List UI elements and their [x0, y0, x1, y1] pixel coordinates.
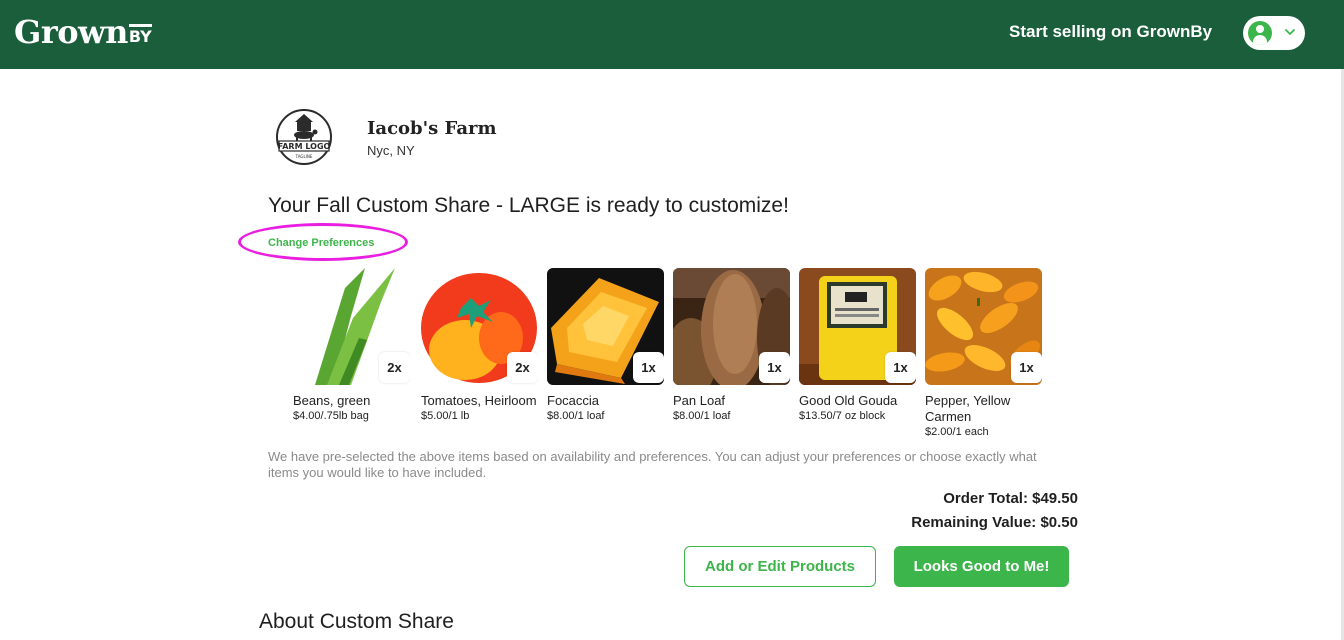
product-price: $5.00/1 lb: [421, 410, 470, 422]
product-card-tomatoes[interactable]: 2x Tomatoes, Heirloom $5.00/1 lb: [421, 268, 541, 423]
product-name: Good Old Gouda: [799, 393, 898, 408]
quantity-badge: 1x: [633, 352, 664, 383]
quantity-badge: 1x: [759, 352, 790, 383]
about-section-title: About Custom Share: [259, 610, 454, 633]
product-name: Beans, green: [293, 393, 371, 408]
quantity-badge: 1x: [1011, 352, 1042, 383]
product-image-gouda: 1x: [799, 268, 916, 385]
product-name: Focaccia: [547, 393, 600, 408]
product-image-focaccia: 1x: [547, 268, 664, 385]
product-name: Pan Loaf: [673, 393, 726, 408]
user-avatar-icon: [1248, 21, 1272, 45]
product-card-focaccia[interactable]: 1x Focaccia $8.00/1 loaf: [547, 268, 667, 423]
user-menu-button[interactable]: [1243, 16, 1305, 50]
farm-logo-tagline: TAGLINE: [295, 154, 313, 159]
product-card-gouda[interactable]: 1x Good Old Gouda $13.50/7 oz block: [799, 268, 919, 423]
quantity-badge: 1x: [885, 352, 916, 383]
share-title: Your Fall Custom Share - LARGE is ready …: [268, 194, 789, 217]
product-name: Pepper, Yellow Carmen: [925, 393, 1011, 424]
product-price: $13.50/7 oz block: [799, 410, 886, 422]
farm-name[interactable]: Iacob's Farm: [367, 118, 497, 140]
change-preferences-link[interactable]: Change Preferences: [268, 237, 374, 250]
order-total: Order Total: $49.50: [943, 490, 1078, 507]
product-card-pan-loaf[interactable]: 1x Pan Loaf $8.00/1 loaf: [673, 268, 793, 423]
start-selling-link[interactable]: Start selling on GrownBy: [1009, 22, 1212, 42]
remaining-value: Remaining Value: $0.50: [911, 514, 1078, 531]
top-navigation-bar: Grown BY Start selling on GrownBy: [0, 0, 1344, 69]
product-image-pepper: 1x: [925, 268, 1042, 385]
product-image-tomatoes: 2x: [421, 268, 538, 385]
product-price: $4.00/.75lb bag: [293, 410, 369, 422]
quantity-badge: 2x: [379, 352, 410, 383]
looks-good-button[interactable]: Looks Good to Me!: [894, 546, 1069, 587]
quantity-badge: 2x: [507, 352, 538, 383]
grownby-logo[interactable]: Grown BY: [14, 14, 152, 54]
logo-suffix: BY: [128, 24, 152, 46]
preselection-note: We have pre-selected the above items bas…: [268, 449, 1037, 480]
product-image-pan-loaf: 1x: [673, 268, 790, 385]
logo-text: Grown: [14, 13, 128, 51]
product-card-pepper[interactable]: 1x Pepper, Yellow Carmen $2.00/1 each: [925, 268, 1045, 439]
product-price: $8.00/1 loaf: [547, 410, 605, 422]
product-name: Tomatoes, Heirloom: [421, 393, 537, 408]
farm-location: Nyc, NY: [367, 143, 415, 158]
product-price: $8.00/1 loaf: [673, 410, 731, 422]
farm-logo-text: FARM LOGO: [278, 142, 331, 151]
product-price: $2.00/1 each: [925, 426, 989, 438]
product-image-beans: 2x: [293, 268, 410, 385]
product-card-beans[interactable]: 2x Beans, green $4.00/.75lb bag: [293, 268, 413, 423]
add-edit-products-button[interactable]: Add or Edit Products: [684, 546, 876, 587]
chevron-down-icon: [1285, 29, 1295, 35]
farm-logo: FARM LOGO TAGLINE: [273, 108, 335, 166]
